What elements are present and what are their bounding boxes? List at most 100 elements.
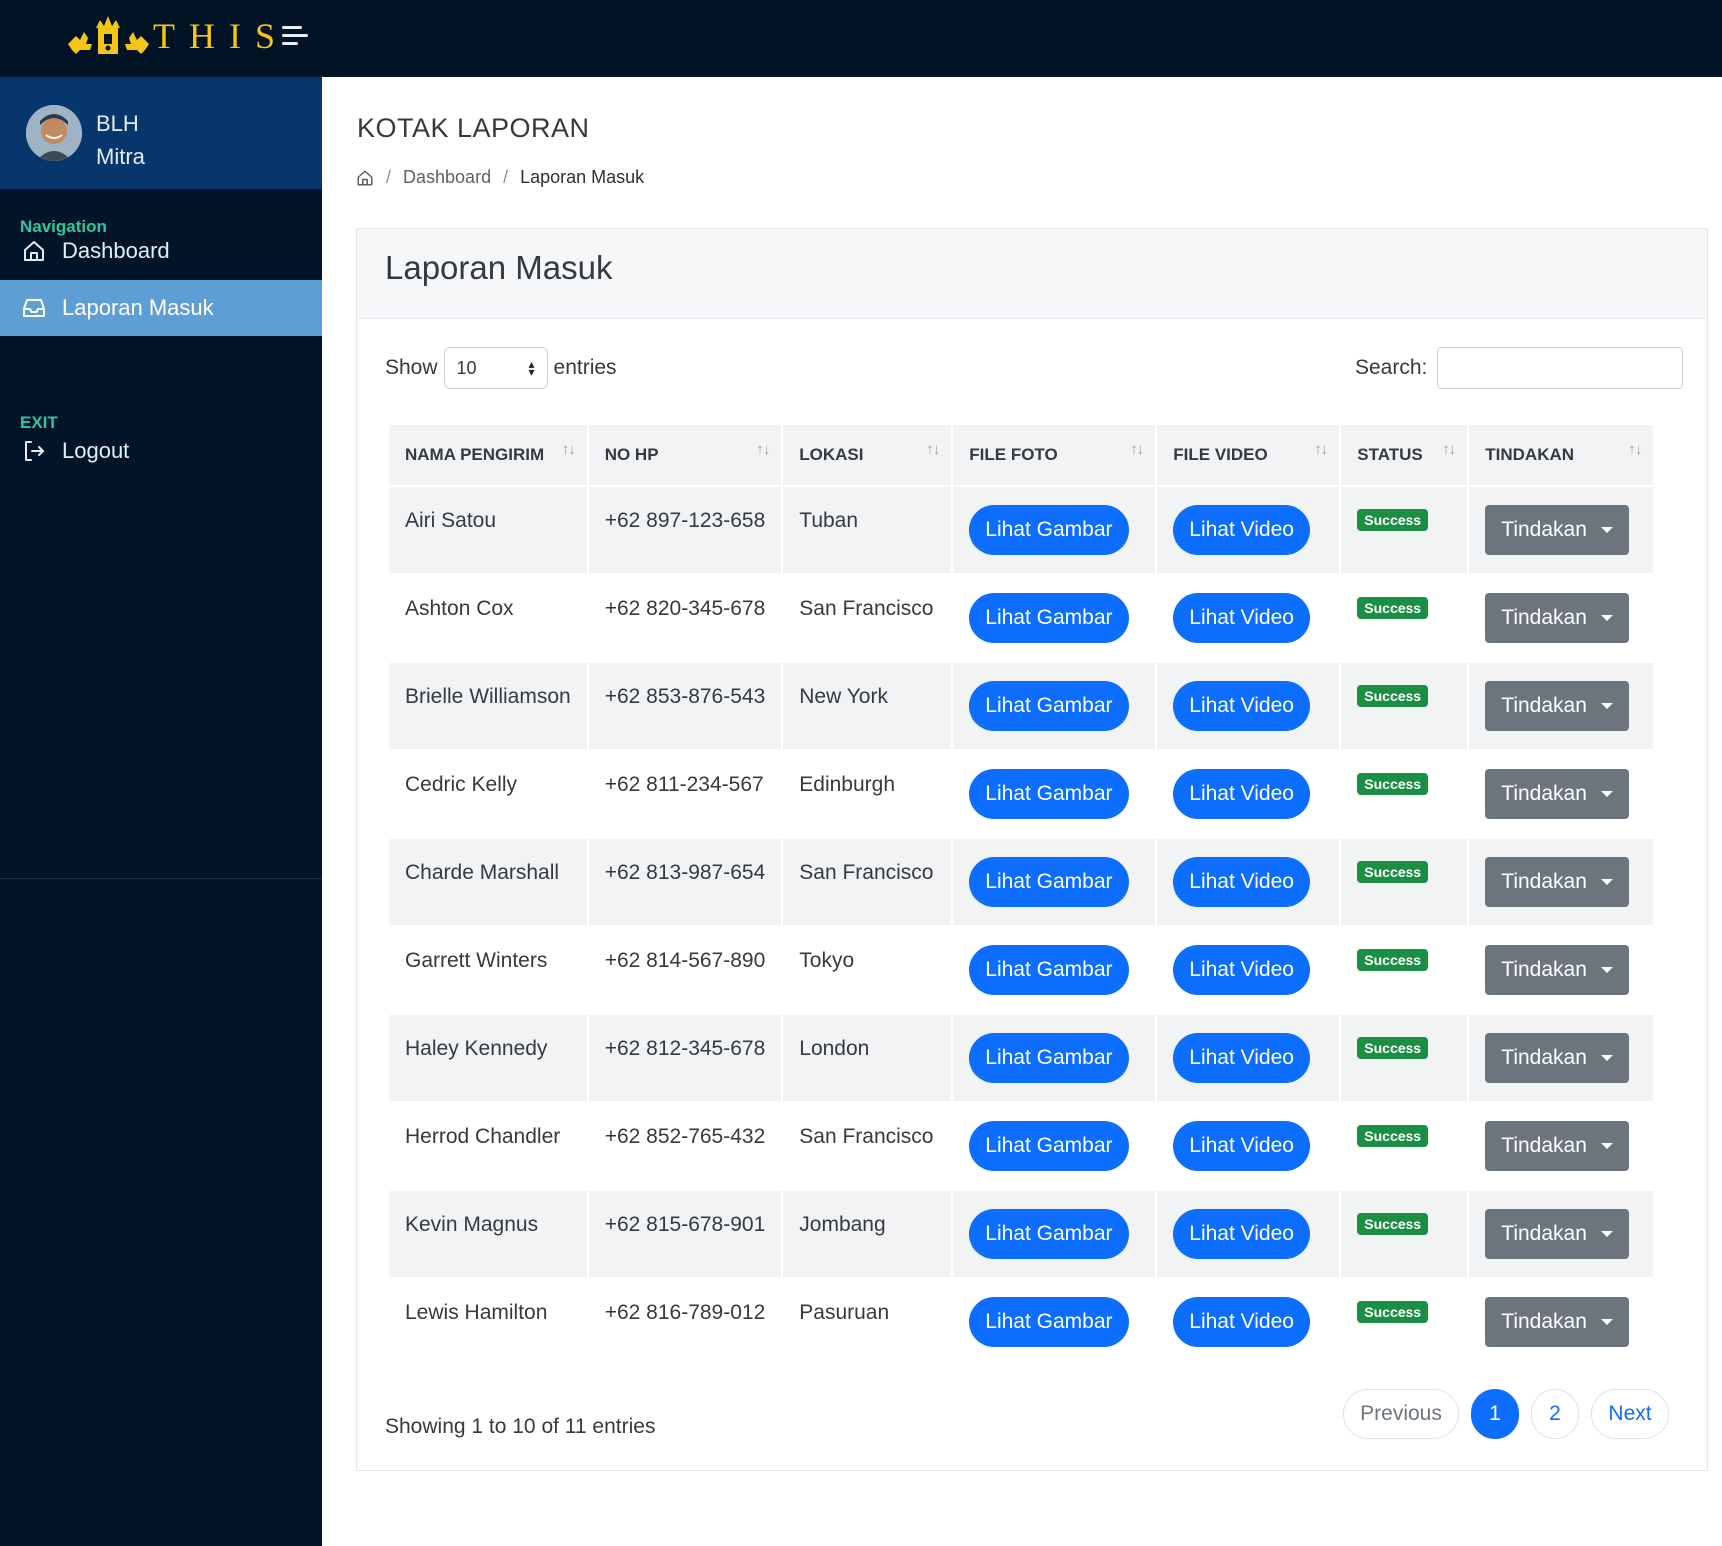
cell-file-foto: Lihat Gambar bbox=[953, 927, 1155, 1013]
column-header-lokasi[interactable]: LOKASI ↑↓ bbox=[783, 425, 952, 485]
sidebar-divider bbox=[0, 878, 322, 879]
pagination-next[interactable]: Next bbox=[1591, 1389, 1669, 1439]
sidebar-item-dashboard[interactable]: Dashboard bbox=[0, 223, 322, 279]
lihat-gambar-button[interactable]: Lihat Gambar bbox=[969, 505, 1129, 555]
tindakan-dropdown-button[interactable]: Tindakan bbox=[1485, 945, 1629, 995]
cell-file-video: Lihat Video bbox=[1157, 751, 1339, 837]
cell-file-foto: Lihat Gambar bbox=[953, 751, 1155, 837]
column-header-nama-pengirim[interactable]: NAMA PENGIRIM ↑↓ bbox=[389, 425, 587, 485]
caret-down-icon bbox=[1600, 967, 1613, 973]
tindakan-dropdown-button[interactable]: Tindakan bbox=[1485, 1033, 1629, 1083]
cell-tindakan: Tindakan bbox=[1469, 839, 1654, 925]
logo-text: THIS bbox=[153, 16, 289, 56]
breadcrumb-home-icon[interactable] bbox=[356, 169, 374, 187]
cell-file-foto: Lihat Gambar bbox=[953, 1103, 1155, 1189]
avatar bbox=[26, 105, 82, 161]
lihat-gambar-button[interactable]: Lihat Gambar bbox=[969, 945, 1129, 995]
user-name: BLH bbox=[96, 111, 139, 136]
lihat-gambar-button[interactable]: Lihat Gambar bbox=[969, 593, 1129, 643]
logo[interactable]: THIS bbox=[66, 14, 289, 58]
status-badge: Success bbox=[1357, 1213, 1429, 1235]
cell-status: Success bbox=[1341, 751, 1467, 837]
table-row: Kevin Magnus +62 815-678-901 Jombang Lihat … bbox=[389, 1191, 1654, 1277]
cell-file-video: Lihat Video bbox=[1157, 575, 1339, 661]
sidebar-item-logout[interactable]: Logout bbox=[0, 423, 322, 479]
lihat-video-button[interactable]: Lihat Video bbox=[1173, 1209, 1310, 1259]
cell-no-hp: +62 852-765-432 bbox=[604, 1125, 766, 1148]
pagination-page-1[interactable]: 1 bbox=[1471, 1389, 1519, 1439]
column-header-file-video[interactable]: FILE VIDEO ↑↓ bbox=[1157, 425, 1340, 485]
cell-tindakan: Tindakan bbox=[1469, 1191, 1654, 1277]
column-header-status[interactable]: STATUS ↑↓ bbox=[1341, 425, 1468, 485]
cell-nama-pengirim: Cedric Kelly bbox=[405, 773, 518, 796]
lihat-gambar-button[interactable]: Lihat Gambar bbox=[969, 681, 1129, 731]
search-input[interactable] bbox=[1437, 347, 1684, 389]
lihat-video-button[interactable]: Lihat Video bbox=[1173, 681, 1310, 731]
sort-icon: ↑↓ bbox=[926, 441, 940, 458]
status-badge: Success bbox=[1357, 861, 1429, 883]
sidebar-item-laporan-masuk[interactable]: Laporan Masuk bbox=[0, 280, 322, 336]
lihat-video-button[interactable]: Lihat Video bbox=[1173, 593, 1310, 643]
lihat-video-button[interactable]: Lihat Video bbox=[1173, 857, 1310, 907]
lihat-video-button[interactable]: Lihat Video bbox=[1173, 505, 1310, 555]
status-badge: Success bbox=[1357, 685, 1429, 707]
tindakan-dropdown-button[interactable]: Tindakan bbox=[1485, 1121, 1629, 1171]
cell-no-hp: +62 853-876-543 bbox=[588, 663, 782, 749]
column-header-no-hp[interactable]: NO HP ↑↓ bbox=[588, 425, 782, 485]
entries-select-value: 10 bbox=[456, 357, 477, 378]
lihat-gambar-button[interactable]: Lihat Gambar bbox=[969, 1297, 1129, 1347]
page-title: KOTAK LAPORAN bbox=[357, 113, 590, 143]
caret-down-icon bbox=[1600, 879, 1613, 885]
breadcrumb-link-dashboard[interactable]: Dashboard bbox=[403, 167, 491, 188]
cell-file-video: Lihat Video bbox=[1157, 1191, 1340, 1277]
tindakan-dropdown-button[interactable]: Tindakan bbox=[1485, 1209, 1629, 1259]
logo-crest-icon bbox=[68, 16, 149, 54]
sort-icon: ↑↓ bbox=[1628, 441, 1642, 458]
cell-no-hp: +62 820-345-678 bbox=[604, 597, 766, 620]
table-row: Brielle Williamson +62 853-876-543 New Yor… bbox=[389, 663, 1654, 749]
tindakan-label: Tindakan bbox=[1501, 958, 1587, 981]
tindakan-dropdown-button[interactable]: Tindakan bbox=[1485, 681, 1629, 731]
cell-tindakan: Tindakan bbox=[1469, 1279, 1653, 1365]
breadcrumb-current: Laporan Masuk bbox=[520, 167, 645, 187]
tindakan-dropdown-button[interactable]: Tindakan bbox=[1485, 505, 1629, 555]
lihat-video-button[interactable]: Lihat Video bbox=[1173, 1121, 1310, 1171]
lihat-video-button[interactable]: Lihat Video bbox=[1173, 1033, 1310, 1083]
tindakan-dropdown-button[interactable]: Tindakan bbox=[1485, 1297, 1629, 1347]
lihat-gambar-button[interactable]: Lihat Gambar bbox=[969, 769, 1129, 819]
tindakan-label: Tindakan bbox=[1501, 1222, 1587, 1245]
sidebar-toggle-icon[interactable] bbox=[282, 26, 310, 50]
cell-tindakan: Tindakan bbox=[1469, 575, 1653, 661]
pagination-previous[interactable]: Previous bbox=[1343, 1389, 1459, 1439]
lihat-video-button[interactable]: Lihat Video bbox=[1173, 1297, 1310, 1347]
column-header-tindakan[interactable]: TINDAKAN ↑↓ bbox=[1469, 425, 1654, 485]
cell-tindakan: Tindakan bbox=[1469, 1015, 1654, 1101]
lihat-video-button[interactable]: Lihat Video bbox=[1173, 769, 1310, 819]
caret-down-icon bbox=[1600, 527, 1613, 533]
tindakan-label: Tindakan bbox=[1501, 1046, 1587, 1069]
table-row: Cedric Kelly +62 811-234-567 Edinburgh Liha… bbox=[389, 751, 1653, 837]
column-header-file-foto[interactable]: FILE FOTO ↑↓ bbox=[953, 425, 1156, 485]
cell-no-hp: +62 897-123-658 bbox=[588, 487, 782, 573]
cell-file-foto: Lihat Gambar bbox=[953, 1015, 1156, 1101]
cell-lokasi: San Francisco bbox=[799, 597, 934, 620]
lihat-gambar-button[interactable]: Lihat Gambar bbox=[969, 1033, 1129, 1083]
caret-down-icon bbox=[1600, 1231, 1613, 1237]
lihat-gambar-button[interactable]: Lihat Gambar bbox=[969, 1121, 1129, 1171]
lihat-video-button[interactable]: Lihat Video bbox=[1173, 945, 1310, 995]
entries-select[interactable]: 10 ▴ ▾ bbox=[443, 347, 548, 389]
cell-status: Success bbox=[1341, 1015, 1468, 1101]
tindakan-dropdown-button[interactable]: Tindakan bbox=[1485, 769, 1629, 819]
lihat-gambar-button[interactable]: Lihat Gambar bbox=[969, 1209, 1129, 1259]
tindakan-dropdown-button[interactable]: Tindakan bbox=[1485, 857, 1629, 907]
status-badge: Success bbox=[1357, 597, 1429, 619]
tindakan-label: Tindakan bbox=[1501, 694, 1587, 717]
sidebar: BLH Mitra Navigation Dashboard Laporan M… bbox=[0, 77, 322, 1546]
pagination-page-2[interactable]: 2 bbox=[1531, 1389, 1579, 1439]
status-badge: Success bbox=[1357, 1037, 1429, 1059]
select-arrows-icon: ▴ ▾ bbox=[528, 357, 535, 379]
cell-tindakan: Tindakan bbox=[1469, 1103, 1653, 1189]
top-navbar: THIS bbox=[0, 0, 1722, 77]
lihat-gambar-button[interactable]: Lihat Gambar bbox=[969, 857, 1129, 907]
tindakan-dropdown-button[interactable]: Tindakan bbox=[1485, 593, 1629, 643]
